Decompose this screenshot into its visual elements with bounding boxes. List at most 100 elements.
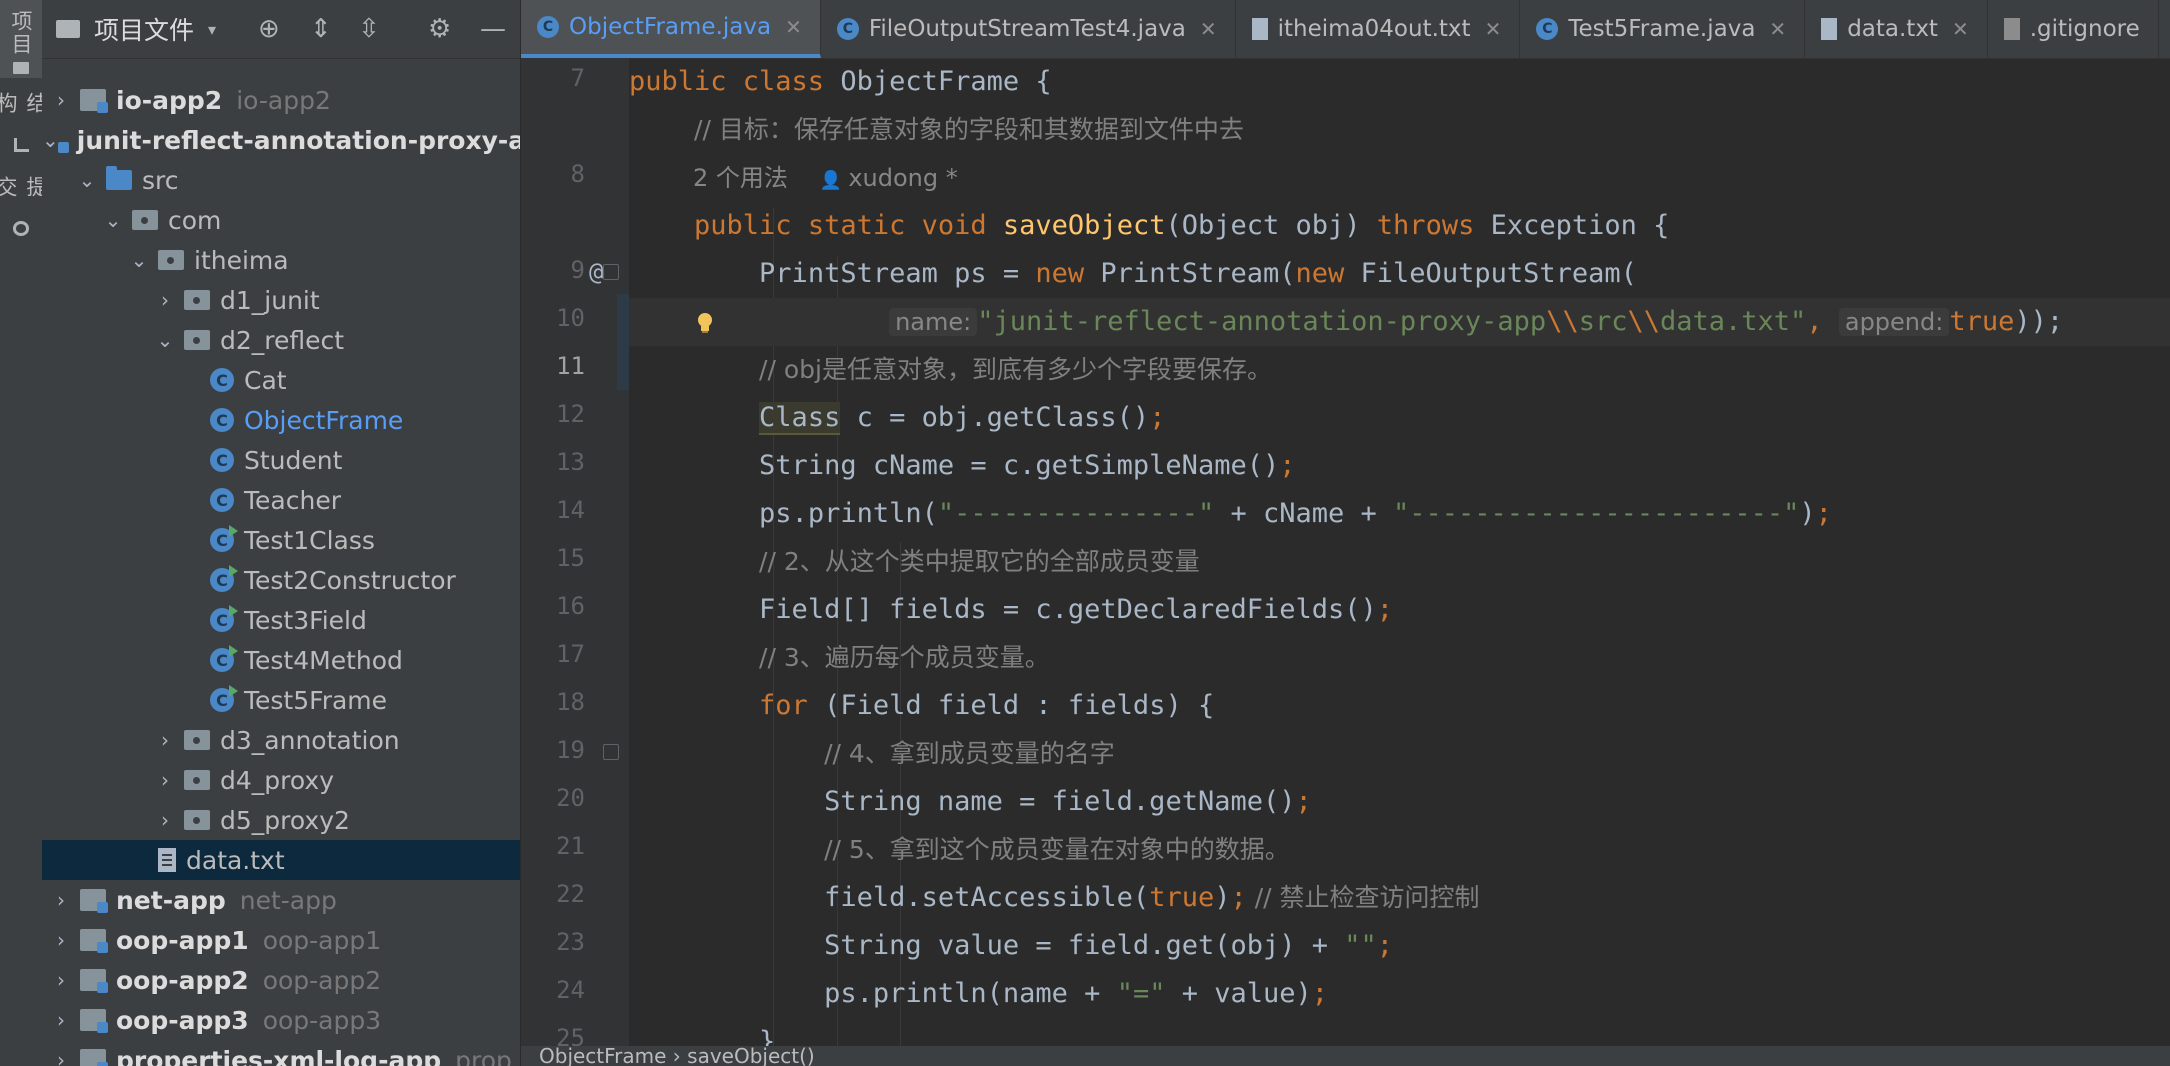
class-icon: C — [210, 408, 234, 432]
editor-tab[interactable]: .gitignore — [1988, 0, 2159, 58]
tree-item[interactable]: C ObjectFrame — [42, 400, 520, 440]
chevron-right-icon[interactable]: › — [154, 728, 176, 752]
code-area[interactable]: public class ObjectFrame { // 目标：保存任意对象的… — [629, 58, 2170, 1046]
tree-item[interactable]: › oop-app1 oop-app1 — [42, 920, 520, 960]
tree-item[interactable]: ⌄ src — [42, 160, 520, 200]
tree-item[interactable]: data.txt — [42, 840, 520, 880]
chevron-right-icon[interactable]: › — [50, 1008, 72, 1032]
line-number: 11 — [556, 352, 585, 380]
tree-item[interactable]: › d4_proxy — [42, 760, 520, 800]
tree-item[interactable]: › oop-app3 oop-app3 — [42, 1000, 520, 1040]
collapse-all-icon[interactable]: ⇳ — [358, 14, 380, 44]
code-line-13: Class c = obj.getClass(); — [759, 402, 1166, 435]
close-icon[interactable]: ✕ — [1769, 17, 1786, 41]
tree-item[interactable]: C Teacher — [42, 480, 520, 520]
editor-tab-label: FileOutputStreamTest4.java — [868, 16, 1186, 42]
chevron-right-icon[interactable]: › — [50, 968, 72, 992]
tree-item[interactable]: › d5_proxy2 — [42, 800, 520, 840]
line-number — [521, 102, 585, 150]
tree-item[interactable]: ⌄ d2_reflect — [42, 320, 520, 360]
editor-tab[interactable]: C FileOutputStreamTest4.java ✕ — [821, 0, 1236, 58]
close-icon[interactable]: ✕ — [1952, 17, 1969, 41]
chevron-down-icon[interactable]: ⌄ — [42, 128, 59, 152]
hide-panel-icon[interactable]: — — [480, 14, 506, 44]
tree-item[interactable]: › io-app2 io-app2 — [42, 80, 520, 120]
tree-item[interactable]: C Cat — [42, 360, 520, 400]
tree-item[interactable]: C Test1Class — [42, 520, 520, 560]
lightbulb-icon[interactable] — [695, 312, 715, 334]
tree-item[interactable]: ⌄ itheima — [42, 240, 520, 280]
tree-item[interactable]: C Test4Method — [42, 640, 520, 680]
tree-item[interactable]: itheima-redux — [42, 58, 520, 80]
breadcrumb[interactable]: ObjectFrame › saveObject() — [521, 1046, 2170, 1066]
tree-item[interactable]: › d1_junit — [42, 280, 520, 320]
gear-icon[interactable]: ⚙ — [428, 14, 451, 44]
editor-tab-label: Test5Frame.java — [1568, 16, 1756, 42]
close-icon[interactable]: ✕ — [1485, 17, 1502, 41]
tree-item-label: d3_annotation — [220, 725, 400, 755]
locate-file-icon[interactable]: ⊕ — [258, 14, 280, 44]
chevron-right-icon[interactable]: › — [154, 808, 176, 832]
fold-marker-icon[interactable] — [603, 744, 619, 760]
tree-item-hint: oop-app3 — [262, 1005, 382, 1035]
editor-tab[interactable]: itheima04out.txt ✕ — [1236, 0, 1521, 58]
tree-item[interactable]: ⌄ com — [42, 200, 520, 240]
usage-count[interactable]: 2 个用法 — [693, 164, 788, 192]
param-hint-append: append: — [1838, 308, 1950, 336]
structure-tool-tab[interactable]: 结构 — [0, 92, 48, 152]
close-icon[interactable]: ✕ — [1200, 17, 1217, 41]
tree-item-label: d1_junit — [220, 285, 320, 315]
project-toolbar: 项目文件 ▾ ⊕ ⇕ ⇳ ⚙ — — [42, 0, 520, 59]
tree-item[interactable]: › net-app net-app — [42, 880, 520, 920]
fold-marker-icon[interactable] — [603, 264, 619, 280]
line-number: 10 — [556, 304, 585, 332]
chevron-right-icon[interactable]: › — [154, 288, 176, 312]
tree-item[interactable]: › properties-xml-log-app prop — [42, 1040, 520, 1066]
chevron-right-icon[interactable]: › — [50, 88, 72, 112]
chevron-right-icon[interactable]: › — [50, 888, 72, 912]
tree-item[interactable]: C Student — [42, 440, 520, 480]
ide-window: 项目 结构 提交 项目文件 ▾ ⊕ ⇕ ⇳ ⚙ — itheima-redux›… — [0, 0, 2170, 1066]
chevron-down-icon[interactable]: ⌄ — [128, 248, 150, 272]
line-number: 19 — [556, 736, 585, 764]
chevron-down-icon[interactable]: ⌄ — [154, 328, 176, 352]
editor-tab[interactable]: C Test5Frame.java ✕ — [1520, 0, 1806, 58]
tree-item[interactable]: C Test2Constructor — [42, 560, 520, 600]
code-line-12: // obj是任意对象，到底有多少个字段要保存。 — [759, 355, 1272, 384]
tree-item-label: oop-app2 — [116, 965, 249, 995]
override-marker-icon[interactable]: @ — [589, 258, 603, 286]
tree-item[interactable]: C Test5Frame — [42, 680, 520, 720]
editor-tab-bar: C ObjectFrame.java ✕ C FileOutputStreamTest4… — [521, 0, 2170, 59]
pkg-icon — [184, 810, 210, 830]
chevron-right-icon[interactable]: › — [50, 928, 72, 952]
project-tool-tab[interactable]: 项目 — [0, 0, 42, 78]
editor-tab[interactable]: C ObjectFrame.java ✕ — [521, 0, 821, 58]
class-run-icon: C — [210, 525, 238, 552]
line-number: 22 — [556, 880, 585, 908]
tree-item[interactable]: › d3_annotation — [42, 720, 520, 760]
project-view-selector[interactable]: 项目文件 ▾ — [56, 11, 216, 47]
expand-all-icon[interactable]: ⇕ — [310, 14, 332, 44]
commit-tool-tab[interactable]: 提交 — [0, 176, 48, 236]
tree-item-label: itheima — [194, 245, 289, 275]
tree-item-hint: net-app — [239, 885, 337, 915]
tree-item[interactable]: ⌄ junit-reflect-annotation-proxy-app — [42, 120, 520, 160]
line-number: 23 — [556, 928, 585, 956]
class-run-icon: C — [836, 18, 859, 40]
editor-tab[interactable]: data.txt ✕ — [1805, 0, 1988, 58]
usage-inlay-hint[interactable]: 2 个用法 👤 xudong * — [629, 154, 2170, 202]
module-icon — [80, 89, 108, 113]
chevron-down-icon[interactable]: ⌄ — [76, 168, 98, 192]
tree-item-label: oop-app3 — [116, 1005, 249, 1035]
chevron-right-icon[interactable]: › — [154, 768, 176, 792]
line-number: 7 — [570, 64, 585, 92]
chevron-down-icon[interactable]: ⌄ — [102, 208, 124, 232]
chevron-right-icon[interactable]: › — [50, 1048, 72, 1066]
class-run-icon: C — [210, 605, 238, 632]
tree-item[interactable]: › oop-app2 oop-app2 — [42, 960, 520, 1000]
close-icon[interactable]: ✕ — [785, 15, 802, 39]
chevron-down-icon: ▾ — [208, 19, 217, 39]
tree-item[interactable]: C Test3Field — [42, 600, 520, 640]
tree-item-label: oop-app1 — [116, 925, 249, 955]
code-line-16: // 2、从这个类中提取它的全部成员变量 — [759, 547, 1200, 576]
